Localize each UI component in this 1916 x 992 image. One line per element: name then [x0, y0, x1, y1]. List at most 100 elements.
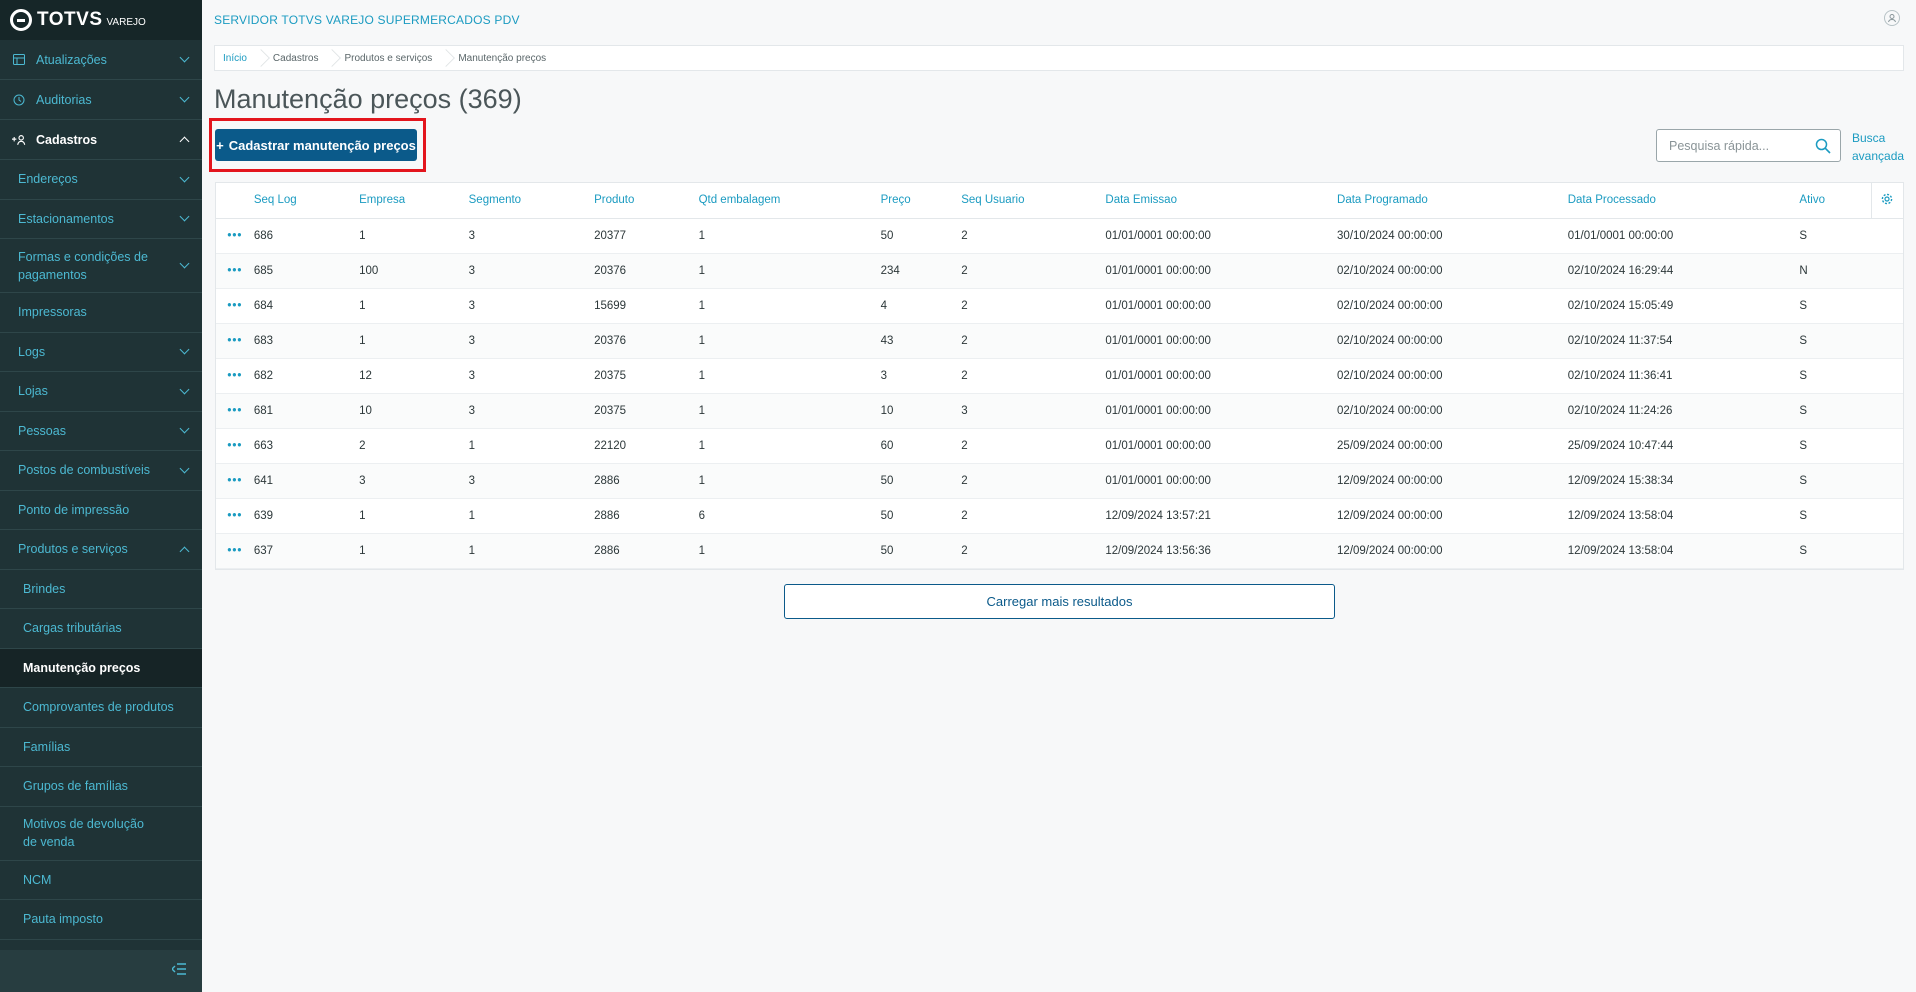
- table-cell: 12/09/2024 13:58:04: [1567, 533, 1800, 569]
- table-cell: 22120: [594, 428, 699, 464]
- table-settings-icon[interactable]: [1870, 183, 1903, 219]
- column-header[interactable]: Data Programado: [1337, 183, 1568, 219]
- advanced-search-link[interactable]: Busca avançada: [1852, 129, 1904, 165]
- table-cell: 3: [468, 358, 595, 394]
- table-cell: S: [1799, 533, 1872, 569]
- sidebar-item-impressoras[interactable]: Impressoras: [0, 293, 202, 333]
- sidebar-item-label: Brindes: [23, 581, 66, 596]
- breadcrumb-separator: [327, 45, 335, 71]
- sidebar-item-estacionamentos[interactable]: Estacionamentos: [0, 200, 202, 239]
- column-header[interactable]: Ativo: [1799, 183, 1872, 219]
- column-header[interactable]: Data Processado: [1567, 183, 1800, 219]
- column-header[interactable]: Seq Log: [253, 183, 360, 219]
- breadcrumb-item-inicio[interactable]: Início: [223, 45, 273, 71]
- table-cell: 02/10/2024 00:00:00: [1337, 393, 1568, 429]
- table-cell-empty: [1871, 428, 1903, 464]
- chevron-up-icon: [179, 136, 190, 147]
- sidebar-item-content: Manutenção preços: [23, 659, 140, 677]
- sidebar-item-content: Ponto de impressão: [18, 501, 129, 519]
- row-actions-icon[interactable]: •••: [216, 323, 254, 359]
- table-cell: 02/10/2024 00:00:00: [1337, 323, 1568, 359]
- table-cell: 1: [359, 218, 469, 254]
- search-icon[interactable]: [1815, 138, 1831, 159]
- table-row[interactable]: ••• 681 10 3 20375 1 10 3 01/01/0001 00:00:00 02/…: [216, 393, 1903, 429]
- main-content: SERVIDOR TOTVS VAREJO SUPERMERCADOS PDV …: [202, 0, 1916, 992]
- table-cell: 50: [880, 463, 962, 499]
- sidebar-item-ncm[interactable]: NCM: [0, 861, 202, 900]
- add-price-maintenance-button[interactable]: + Cadastrar manutenção preços: [215, 129, 417, 161]
- table-cell: 25/09/2024 10:47:44: [1567, 428, 1800, 464]
- table-cell: 2886: [594, 533, 699, 569]
- sidebar-item-lojas[interactable]: Lojas: [0, 372, 202, 412]
- row-actions-icon[interactable]: •••: [216, 533, 254, 569]
- row-actions-icon[interactable]: •••: [216, 218, 254, 254]
- table-cell: 1: [698, 428, 881, 464]
- table-row[interactable]: ••• 639 1 1 2886 6 50 2 12/09/2024 13:57:21 12/09…: [216, 498, 1903, 534]
- table-row[interactable]: ••• 686 1 3 20377 1 50 2 01/01/0001 00:00:00 30/1…: [216, 218, 1903, 254]
- sidebar-item-produtos-e-servicos[interactable]: Produtos e serviços: [0, 530, 202, 570]
- table-cell: 12: [359, 358, 469, 394]
- sidebar-item-grupos-de-familias[interactable]: Grupos de famílias: [0, 767, 202, 807]
- sidebar-item-cadastros[interactable]: Cadastros: [0, 120, 202, 160]
- sidebar-item-manutencao-precos[interactable]: Manutenção preços: [0, 648, 202, 688]
- column-header[interactable]: Segmento: [468, 183, 595, 219]
- table-cell: 1: [359, 498, 469, 534]
- sidebar-item-pessoas[interactable]: Pessoas: [0, 412, 202, 451]
- sidebar-item-brindes[interactable]: Brindes: [0, 570, 202, 609]
- breadcrumb-link[interactable]: Início: [223, 53, 247, 64]
- column-header[interactable]: Seq Usuario: [961, 183, 1106, 219]
- table-cell: 02/10/2024 16:29:44: [1567, 253, 1800, 289]
- column-header[interactable]: Qtd embalagem: [698, 183, 881, 219]
- row-actions-icon[interactable]: •••: [216, 498, 254, 534]
- table-cell-empty: [1871, 288, 1903, 324]
- sidebar-item-enderecos[interactable]: Endereços: [0, 160, 202, 200]
- table-row[interactable]: ••• 685 100 3 20376 1 234 2 01/01/0001 00:00:00 0…: [216, 253, 1903, 289]
- table-cell: 20377: [594, 218, 699, 254]
- menu-collapse-icon[interactable]: [171, 962, 186, 980]
- table-cell: 01/01/0001 00:00:00: [1105, 358, 1338, 394]
- table-row[interactable]: ••• 684 1 3 15699 1 4 2 01/01/0001 00:00:00 02/10…: [216, 288, 1903, 324]
- table-row[interactable]: ••• 682 12 3 20375 1 3 2 01/01/0001 00:00:00 02/1…: [216, 358, 1903, 394]
- table-row[interactable]: ••• 637 1 1 2886 1 50 2 12/09/2024 13:56:36 12/09…: [216, 533, 1903, 569]
- sidebar-item-pauta-imposto[interactable]: Pauta imposto: [0, 900, 202, 940]
- sidebar-item-cargas-tributarias[interactable]: Cargas tributárias: [0, 609, 202, 649]
- column-header[interactable]: Produto: [594, 183, 699, 219]
- sidebar-item-logs[interactable]: Logs: [0, 333, 202, 372]
- sidebar-item-atualizacoes[interactable]: Atualizações: [0, 40, 202, 80]
- logo-brand: TOTVS: [37, 9, 103, 30]
- table-cell-empty: [1871, 393, 1903, 429]
- row-actions-icon[interactable]: •••: [216, 428, 254, 464]
- column-header[interactable]: Data Emissao: [1105, 183, 1338, 219]
- row-actions-icon[interactable]: •••: [216, 393, 254, 429]
- table-cell: 20376: [594, 253, 699, 289]
- search-input[interactable]: [1669, 138, 1814, 153]
- sidebar-item-motivos-de-devolucao-de-venda[interactable]: Motivos de devolução de venda: [0, 807, 202, 861]
- user-icon[interactable]: [1884, 10, 1900, 26]
- load-more-button[interactable]: Carregar mais resultados: [784, 584, 1335, 619]
- table-cell: 683: [253, 323, 360, 359]
- table-cell: 10: [359, 393, 469, 429]
- sidebar-item-formas-e-condicoes-de-pagamentos[interactable]: Formas e condições de pagamentos: [0, 239, 202, 293]
- sidebar-item-postos-de-combustiveis[interactable]: Postos de combustíveis: [0, 451, 202, 491]
- row-actions-icon[interactable]: •••: [216, 253, 254, 289]
- column-header[interactable]: Empresa: [359, 183, 469, 219]
- chevron-down-icon: [179, 52, 190, 63]
- table-row[interactable]: ••• 641 3 3 2886 1 50 2 01/01/0001 00:00:00 12/09…: [216, 463, 1903, 499]
- actions-column-header: [216, 183, 254, 219]
- row-actions-icon[interactable]: •••: [216, 463, 254, 499]
- table-cell: 43: [880, 323, 962, 359]
- logo[interactable]: TOTVS VAREJO: [0, 0, 202, 40]
- table-cell: 1: [698, 218, 881, 254]
- row-actions-icon[interactable]: •••: [216, 358, 254, 394]
- column-header[interactable]: Preço: [880, 183, 962, 219]
- sidebar-item-label: Formas e condições de pagamentos: [18, 249, 148, 282]
- sidebar-item-ponto-de-impressao[interactable]: Ponto de impressão: [0, 491, 202, 530]
- table-cell: 50: [880, 498, 962, 534]
- table-row[interactable]: ••• 663 2 1 22120 1 60 2 01/01/0001 00:00:00 25/0…: [216, 428, 1903, 464]
- sidebar-item-comprovantes-de-produtos[interactable]: Comprovantes de produtos: [0, 688, 202, 728]
- sidebar-item-auditorias[interactable]: Auditorias: [0, 80, 202, 120]
- row-actions-icon[interactable]: •••: [216, 288, 254, 324]
- table-row[interactable]: ••• 683 1 3 20376 1 43 2 01/01/0001 00:00:00 02/1…: [216, 323, 1903, 359]
- sidebar-item-familias[interactable]: Famílias: [0, 728, 202, 767]
- sidebar: TOTVS VAREJO Atualizações Auditorias Cadas…: [0, 0, 202, 992]
